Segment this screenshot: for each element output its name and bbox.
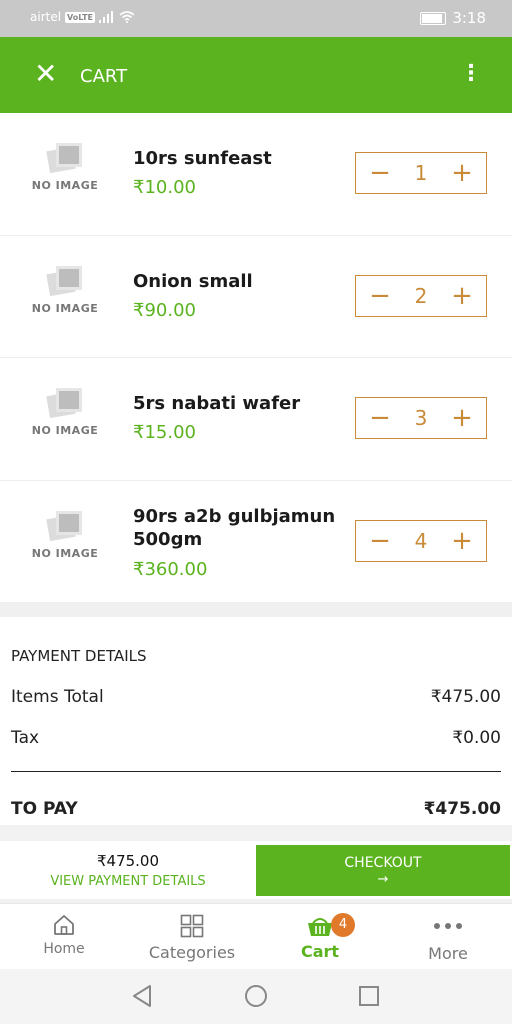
product-name: 10rs sunfeast — [133, 148, 272, 169]
image-placeholder-icon — [46, 510, 82, 541]
product-price: ₹90.00 — [133, 299, 196, 321]
tab-cart[interactable]: Cart — [256, 904, 384, 969]
quantity-value: 2 — [414, 283, 428, 308]
signal-icon — [99, 11, 113, 23]
cart-item: NO IMAGE 10rs sunfeast ₹10.00 − 1 + — [0, 113, 512, 236]
view-payment-details-link[interactable]: VIEW PAYMENT DETAILS — [0, 874, 256, 889]
product-image-placeholder: NO IMAGE — [30, 143, 100, 203]
status-bar: airtel VoLTE 3:18 — [0, 0, 512, 37]
tab-more[interactable]: More — [384, 904, 512, 969]
quantity-value: 1 — [414, 161, 428, 185]
items-total-row: Items Total ₹475.00 — [11, 687, 501, 707]
tab-label: Home — [43, 941, 85, 957]
tab-categories[interactable]: Categories — [128, 904, 256, 969]
increment-button[interactable]: + — [450, 160, 474, 186]
no-image-label: NO IMAGE — [31, 546, 99, 560]
clock: 3:18 — [452, 9, 486, 27]
checkout-label: CHECKOUT — [344, 855, 422, 871]
battery-icon — [420, 11, 447, 25]
increment-button[interactable]: + — [450, 405, 474, 431]
basket-icon — [308, 918, 332, 936]
decrement-button[interactable]: − — [368, 283, 392, 309]
quantity-stepper: − 2 + — [355, 274, 487, 317]
system-navigation-bar — [0, 969, 512, 1024]
cart-item: NO IMAGE Onion small ₹90.00 − 2 + — [0, 236, 512, 358]
to-pay-row: TO PAY ₹475.00 — [11, 799, 501, 819]
cart-item-list: NO IMAGE 10rs sunfeast ₹10.00 − 1 + NO I… — [0, 113, 512, 603]
status-left: airtel VoLTE — [30, 10, 135, 24]
close-icon[interactable]: ✕ — [34, 59, 57, 89]
divider — [11, 771, 501, 772]
decrement-button[interactable]: − — [368, 528, 392, 554]
decrement-button[interactable]: − — [368, 405, 392, 431]
tab-label: More — [428, 944, 468, 963]
app-bar: ✕ CART ⋮ — [0, 37, 512, 113]
recents-nav-icon[interactable] — [358, 984, 380, 1008]
carrier-name: airtel — [30, 10, 62, 24]
tab-label: Categories — [148, 943, 236, 962]
image-placeholder-icon — [46, 265, 82, 296]
product-price: ₹15.00 — [133, 422, 196, 443]
product-image-placeholder: NO IMAGE — [30, 510, 100, 571]
section-divider — [0, 602, 512, 617]
tax-row: Tax ₹0.00 — [11, 728, 501, 748]
back-nav-icon[interactable] — [131, 984, 153, 1008]
home-nav-icon[interactable] — [244, 984, 268, 1008]
cart-item: NO IMAGE 5rs nabati wafer ₹15.00 − 3 + — [0, 358, 512, 481]
tax-label: Tax — [11, 728, 40, 748]
no-image-label: NO IMAGE — [31, 424, 99, 437]
total-amount: ₹475.00 — [96, 852, 160, 870]
product-image-placeholder: NO IMAGE — [30, 388, 100, 448]
page-title: CART — [80, 66, 128, 87]
product-name: Onion small — [133, 270, 253, 292]
quantity-stepper: − 4 + — [355, 519, 487, 562]
to-pay-value: ₹475.00 — [423, 799, 501, 819]
quantity-stepper: − 1 + — [355, 152, 487, 194]
grid-icon — [180, 914, 204, 938]
product-name: 5rs nabati wafer — [133, 393, 301, 414]
payment-details: PAYMENT DETAILS Items Total ₹475.00 Tax … — [0, 617, 512, 825]
tax-value: ₹0.00 — [452, 728, 501, 748]
cart-item: NO IMAGE 90rs a2b gulbjamun 500gm ₹360.0… — [0, 481, 512, 604]
no-image-label: NO IMAGE — [31, 301, 99, 315]
quantity-value: 4 — [414, 528, 428, 553]
total-summary: ₹475.00 VIEW PAYMENT DETAILS — [0, 841, 256, 899]
increment-button[interactable]: + — [450, 283, 474, 309]
more-vert-icon[interactable]: ⋮ — [460, 59, 482, 89]
image-placeholder-icon — [46, 143, 82, 174]
cart-count-badge: 4 — [331, 913, 355, 937]
decrement-button[interactable]: − — [368, 160, 392, 186]
tab-home[interactable]: Home — [0, 904, 128, 969]
items-total-label: Items Total — [11, 687, 104, 707]
checkout-button[interactable]: CHECKOUT → — [256, 845, 510, 896]
wifi-icon — [119, 11, 135, 23]
quantity-value: 3 — [414, 406, 428, 430]
product-image-placeholder: NO IMAGE — [30, 265, 100, 326]
volte-badge: VoLTE — [65, 11, 95, 23]
status-right: 3:18 — [420, 9, 486, 27]
checkout-bar: ₹475.00 VIEW PAYMENT DETAILS CHECKOUT → — [0, 841, 512, 899]
tab-label: Cart — [300, 942, 340, 961]
no-image-label: NO IMAGE — [31, 179, 99, 192]
items-total-value: ₹475.00 — [430, 687, 501, 707]
payment-details-header: PAYMENT DETAILS — [11, 647, 147, 665]
arrow-right-icon: → — [377, 872, 389, 887]
product-price: ₹10.00 — [133, 177, 196, 198]
image-placeholder-icon — [46, 388, 82, 419]
to-pay-label: TO PAY — [11, 799, 78, 819]
home-icon — [54, 915, 74, 935]
quantity-stepper: − 3 + — [355, 397, 487, 439]
bottom-tab-bar: Home Categories Cart More — [0, 903, 512, 969]
product-name: 90rs a2b gulbjamun 500gm — [133, 505, 336, 550]
more-horiz-icon — [434, 923, 462, 929]
increment-button[interactable]: + — [450, 528, 474, 554]
product-price: ₹360.00 — [133, 558, 208, 580]
